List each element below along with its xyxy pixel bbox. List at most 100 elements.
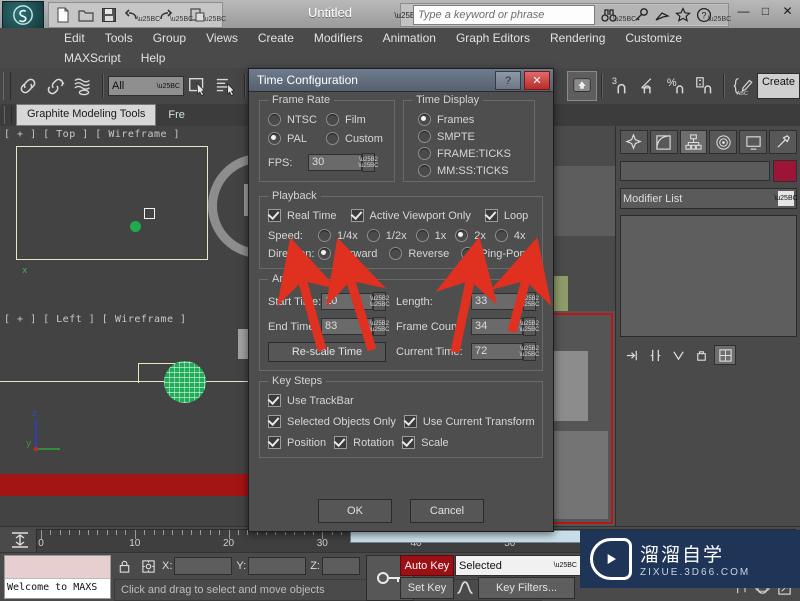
named-selection-sets-icon[interactable] (566, 71, 597, 101)
configure-modifier-sets-icon[interactable] (714, 345, 736, 365)
viewport-top-label[interactable]: [ + ] [ Top ] [ Wireframe ] (4, 129, 180, 140)
save-file-icon[interactable] (98, 5, 120, 25)
playback-loop-checkbox[interactable] (484, 209, 498, 222)
minimize-button[interactable]: — (737, 4, 750, 18)
key-steps-scale[interactable]: Scale (402, 436, 449, 449)
time-display-smpte-radio[interactable] (418, 130, 431, 143)
rescale-time-button[interactable]: Re-scale Time (268, 342, 386, 362)
current-time-arrows[interactable]: \u25B2 \u25BC (520, 342, 540, 361)
coord-x-field[interactable] (174, 557, 233, 575)
use-trackbar-checkbox[interactable] (268, 394, 281, 407)
start-time-arrows[interactable]: \u25B2 \u25BC (370, 292, 390, 311)
pin-stack-icon[interactable] (622, 346, 642, 364)
playback-real-time-checkbox[interactable] (268, 209, 281, 222)
key-mode-combo[interactable]: Selected \u25BC (455, 555, 581, 576)
time-display-frame-ticks[interactable]: FRAME:TICKS (418, 147, 526, 160)
timeline-key-icon[interactable] (8, 530, 32, 550)
selection-filter-combo[interactable]: All \u25BC (108, 76, 184, 96)
menu-item-animation[interactable]: Animation (373, 30, 446, 46)
coord-y-field[interactable] (248, 557, 307, 575)
utilities-tab[interactable] (769, 130, 797, 154)
use-trackbar-row[interactable]: Use TrackBar (268, 394, 534, 407)
coord-z-field[interactable] (321, 557, 360, 575)
unlink-selection-icon[interactable] (42, 72, 70, 100)
show-end-result-icon[interactable] (645, 346, 665, 364)
frame-rate-pal-radio[interactable] (268, 132, 281, 145)
direction-forward-radio[interactable] (318, 247, 331, 260)
modifier-list-combo[interactable]: Modifier List \u25BC (620, 188, 798, 209)
set-key-button[interactable]: Set Key (400, 577, 454, 599)
speed-1x[interactable]: 1x (415, 229, 446, 242)
snaps-toggle-icon[interactable]: 3 (607, 72, 635, 100)
spinner-snap-toggle-icon[interactable] (691, 72, 719, 100)
dialog-title-bar[interactable]: Time Configuration ? ✕ (249, 69, 553, 92)
help-dropdown-caret[interactable]: \u25BC (708, 3, 731, 27)
speed-4x-radio[interactable] (494, 229, 508, 242)
direction-ping-pong-radio[interactable] (461, 247, 475, 260)
motion-tab[interactable] (709, 130, 738, 154)
ribbon-grip[interactable] (4, 106, 12, 124)
frame-rate-ntsc[interactable]: NTSC (268, 113, 326, 126)
angle-snap-toggle-icon[interactable] (635, 72, 663, 100)
menu-item-views[interactable]: Views (196, 30, 248, 46)
start-time-value[interactable]: 10 (321, 293, 374, 310)
end-time-arrows[interactable]: \u25B2 \u25BC (370, 317, 390, 336)
start-time-spinner[interactable]: 10 \u25B2 \u25BC (321, 292, 390, 311)
menu-item-edit[interactable]: Edit (54, 30, 95, 46)
speed-1-4x-radio[interactable] (318, 229, 331, 242)
create-button[interactable]: Create (756, 73, 800, 99)
key-steps-rotation-checkbox[interactable] (334, 436, 348, 449)
key-filters-button[interactable]: Key Filters... (478, 577, 575, 599)
speed-4x[interactable]: 4x (494, 229, 525, 242)
current-time-spinner[interactable]: 72 \u25B2 \u25BC (471, 342, 540, 361)
frame-count-arrows[interactable]: \u25B2 \u25BC (520, 317, 540, 336)
quick-access-caret[interactable]: \u25BC (203, 3, 226, 27)
speed-1x-radio[interactable] (415, 229, 429, 242)
menu-item-rendering[interactable]: Rendering (540, 30, 615, 46)
key-steps-selected-objects-only[interactable]: Selected Objects Only (268, 415, 396, 428)
max-logo-button[interactable] (2, 1, 44, 29)
listener-mini-panel[interactable]: Welcome to MAXS (4, 555, 111, 599)
select-object-icon[interactable] (184, 72, 212, 100)
hierarchy-tab[interactable] (679, 130, 708, 154)
playback-active-viewport-only[interactable]: Active Viewport Only (350, 209, 471, 222)
frame-rate-film[interactable]: Film (326, 113, 384, 126)
playback-real-time[interactable]: Real Time (268, 209, 337, 222)
dialog-close-button[interactable]: ✕ (524, 71, 550, 90)
undo-dropdown-caret[interactable]: \u25BC (137, 3, 160, 27)
key-steps-rotation[interactable]: Rotation (334, 436, 394, 449)
menu-item-graph-editors[interactable]: Graph Editors (446, 30, 540, 46)
current-time-value[interactable]: 72 (471, 343, 523, 360)
fps-spinner[interactable]: 30 \u25B2 \u25BC (308, 153, 379, 172)
modifier-stack-list[interactable] (620, 215, 797, 337)
direction-forward[interactable]: Forward (318, 247, 377, 260)
speed-2x-radio[interactable] (455, 229, 469, 242)
search-input[interactable]: Type a keyword or phrase (413, 5, 595, 25)
key-steps-scale-checkbox[interactable] (402, 436, 416, 449)
satellite-icon[interactable] (652, 5, 671, 25)
remove-modifier-icon[interactable] (691, 346, 711, 364)
bind-to-space-warp-icon[interactable] (70, 72, 98, 100)
auto-key-button[interactable]: Auto Key (400, 555, 454, 576)
create-tab[interactable] (620, 130, 648, 154)
tab-graphite-modeling-tools[interactable]: Graphite Modeling Tools (16, 104, 157, 126)
time-display-frames-radio[interactable] (418, 113, 431, 126)
favorite-star-icon[interactable] (673, 5, 692, 25)
sphere-object[interactable] (164, 361, 206, 403)
key-steps-selected-objects-only-checkbox[interactable] (268, 415, 281, 428)
modify-tab[interactable] (649, 130, 678, 154)
lock-selection-icon[interactable] (114, 556, 134, 576)
time-display-frame-ticks-radio[interactable] (418, 147, 431, 160)
set-key-curve-icon[interactable] (455, 577, 475, 597)
toolbar-grip[interactable] (3, 72, 11, 100)
menu-item-modifiers[interactable]: Modifiers (304, 30, 373, 46)
speed-1-4x[interactable]: 1/4x (318, 229, 358, 242)
menu-item-maxscript[interactable]: MAXScript (54, 50, 131, 66)
maximize-button[interactable]: □ (759, 4, 772, 18)
redo-dropdown-caret[interactable]: \u25BC (170, 3, 193, 27)
search-expand-arrow[interactable]: \u25B6 (394, 5, 419, 25)
playback-loop[interactable]: Loop (484, 209, 528, 222)
length-value[interactable]: 33 (471, 293, 523, 310)
menu-item-group[interactable]: Group (143, 30, 196, 46)
edit-named-selection-icon[interactable]: ABC (729, 72, 757, 100)
